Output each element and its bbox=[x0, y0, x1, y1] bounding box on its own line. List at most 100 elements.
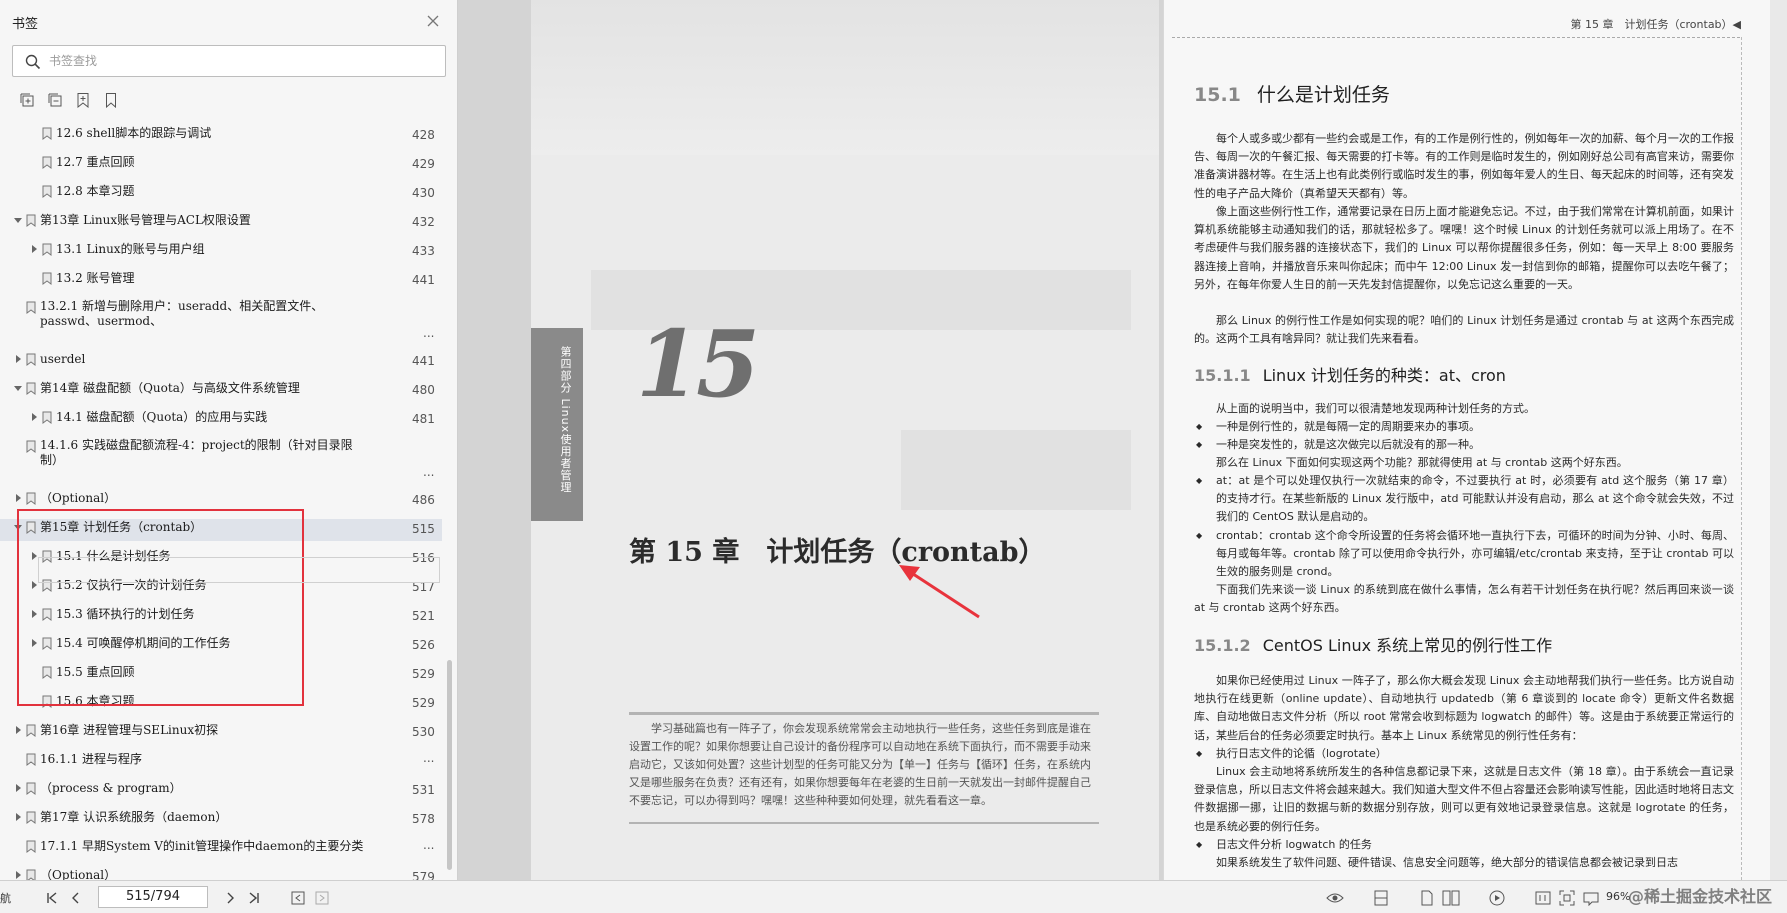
forward-view-icon[interactable] bbox=[314, 890, 330, 906]
bookmark-label: 14.1.6 实践磁盘配额流程-4：project的限制（针对目录限制） bbox=[40, 438, 353, 467]
bookmark-item[interactable]: （Optional） 579 bbox=[0, 867, 442, 880]
actual-size-icon[interactable] bbox=[1534, 889, 1552, 907]
bookmark-item[interactable]: 13.1 Linux的账号与用户组 433 bbox=[0, 241, 442, 263]
bookmark-page-number: 480 bbox=[412, 383, 435, 397]
bookmark-icon bbox=[42, 156, 52, 169]
bookmark-icon bbox=[26, 492, 36, 505]
play-icon[interactable] bbox=[1488, 889, 1506, 907]
prev-page-icon[interactable] bbox=[68, 890, 84, 906]
bookmark-page-number: ... bbox=[423, 838, 435, 852]
bookmark-item[interactable]: 第15章 计划任务（crontab） 515 bbox=[0, 519, 442, 541]
collapsed-arrow-icon[interactable] bbox=[30, 412, 38, 422]
bookmark-icon bbox=[26, 811, 36, 824]
annotation-arrow bbox=[899, 565, 980, 619]
bookmark-item[interactable]: 15.1 什么是计划任务 516 bbox=[0, 548, 442, 570]
first-page-icon[interactable] bbox=[44, 890, 60, 906]
expanded-arrow-icon[interactable] bbox=[14, 215, 22, 225]
bookmark-item[interactable]: 15.6 本章习题 529 bbox=[0, 693, 442, 715]
collapsed-arrow-icon[interactable] bbox=[14, 870, 22, 880]
panel-title: 书签 bbox=[12, 17, 39, 32]
last-page-icon[interactable] bbox=[246, 890, 262, 906]
bookmark-item[interactable]: 14.1.6 实践磁盘配额流程-4：project的限制（针对目录限制）... bbox=[0, 438, 442, 482]
eye-icon[interactable] bbox=[1326, 889, 1344, 907]
collapsed-arrow-icon[interactable] bbox=[14, 783, 22, 793]
next-page-icon[interactable] bbox=[222, 890, 238, 906]
bookmark-item[interactable]: 14.1 磁盘配额（Quota）的应用与实践 481 bbox=[0, 409, 442, 431]
search-icon bbox=[25, 54, 41, 70]
bookmark-label: 15.3 循环执行的计划任务 bbox=[56, 607, 195, 621]
bookmark-label: 13.2 账号管理 bbox=[56, 271, 135, 285]
bookmark-label: 16.1.1 进程与程序 bbox=[40, 752, 142, 766]
collapsed-arrow-icon[interactable] bbox=[30, 244, 38, 254]
expand-all-icon[interactable] bbox=[18, 91, 36, 109]
bookmark-label: 12.6 shell脚本的跟踪与调试 bbox=[56, 126, 212, 140]
bookmark-item[interactable]: 15.5 重点回顾 529 bbox=[0, 664, 442, 686]
single-page-icon[interactable] bbox=[1418, 889, 1436, 907]
fit-page-icon[interactable] bbox=[1558, 889, 1576, 907]
bookmark-label: 14.1 磁盘配额（Quota）的应用与实践 bbox=[56, 410, 268, 424]
bookmark-item[interactable]: 13.2 账号管理 441 bbox=[0, 270, 442, 292]
bookmark-item[interactable]: 15.3 循环执行的计划任务 521 bbox=[0, 606, 442, 628]
zoom-fit-width-icon[interactable] bbox=[1582, 889, 1600, 907]
bookmark-item[interactable]: （process & program） 531 bbox=[0, 780, 442, 802]
bookmark-icon bbox=[42, 666, 52, 679]
bookmark-icon bbox=[26, 382, 36, 395]
bookmark-item[interactable]: 12.7 重点回顾 429 bbox=[0, 154, 442, 176]
collapsed-arrow-icon[interactable] bbox=[30, 609, 38, 619]
close-icon[interactable] bbox=[424, 12, 442, 30]
collapsed-arrow-icon[interactable] bbox=[14, 493, 22, 503]
bookmark-item[interactable]: 12.6 shell脚本的跟踪与调试 428 bbox=[0, 125, 442, 147]
bookmark-item[interactable]: 第17章 认识系统服务（daemon） 578 bbox=[0, 809, 442, 831]
bookmark-item[interactable]: 13.2.1 新增与删除用户：useradd、相关配置文件、passwd、use… bbox=[0, 299, 442, 343]
collapse-all-icon[interactable] bbox=[46, 91, 64, 109]
expanded-arrow-icon[interactable] bbox=[14, 522, 22, 532]
two-page-icon[interactable] bbox=[1442, 889, 1460, 907]
bookmark-item[interactable]: 15.4 可唤醒停机期间的工作任务 526 bbox=[0, 635, 442, 657]
bookmark-icon[interactable] bbox=[102, 91, 120, 109]
bookmark-page-number: 516 bbox=[412, 551, 435, 565]
document-viewer[interactable]: 第四部分 Linux使用者管理 15 第 15 章 计划任务（crontab） … bbox=[458, 0, 1787, 880]
collapsed-arrow-icon[interactable] bbox=[14, 354, 22, 364]
bookmark-item[interactable]: 第13章 Linux账号管理与ACL权限设置 432 bbox=[0, 212, 442, 234]
bookmark-page-number: 529 bbox=[412, 696, 435, 710]
pdf-reader-window: 书签 12.6 shell脚本的跟踪与调试 428 12.7 重点回顾 429 12.8… bbox=[0, 0, 1787, 913]
zoom-level[interactable]: 96% bbox=[1606, 890, 1630, 903]
bookmark-item[interactable]: 12.8 本章习题 430 bbox=[0, 183, 442, 205]
bookmark-search-input[interactable] bbox=[49, 51, 429, 71]
bookmark-label: userdel bbox=[40, 352, 86, 366]
back-view-icon[interactable] bbox=[290, 890, 306, 906]
expanded-arrow-icon[interactable] bbox=[14, 383, 22, 393]
collapsed-arrow-icon[interactable] bbox=[14, 812, 22, 822]
bookmark-item[interactable]: 第14章 磁盘配额（Quota）与高级文件系统管理 480 bbox=[0, 380, 442, 402]
bookmark-item[interactable]: userdel 441 bbox=[0, 351, 442, 373]
collapsed-arrow-icon[interactable] bbox=[30, 580, 38, 590]
bookmark-page-number: 441 bbox=[412, 273, 435, 287]
sidebar-scrollbar-thumb[interactable] bbox=[447, 660, 452, 870]
bookmark-icon bbox=[42, 695, 52, 708]
bookmark-item[interactable]: 16.1.1 进程与程序... bbox=[0, 751, 442, 773]
continuous-scroll-icon[interactable] bbox=[1372, 889, 1390, 907]
bookmark-search-box[interactable] bbox=[12, 45, 446, 77]
page-number-input[interactable]: 515/794 bbox=[98, 886, 208, 908]
bookmark-label: 15.1 什么是计划任务 bbox=[56, 549, 171, 563]
bookmark-icon bbox=[42, 272, 52, 285]
collapsed-arrow-icon[interactable] bbox=[14, 725, 22, 735]
bookmark-item[interactable]: 17.1.1 早期System V的init管理操作中daemon的主要分类..… bbox=[0, 838, 442, 860]
bookmark-icon bbox=[26, 353, 36, 366]
bookmark-item[interactable]: （Optional） 486 bbox=[0, 490, 442, 512]
bookmark-label: 第17章 认识系统服务（daemon） bbox=[40, 810, 228, 824]
bookmark-label: 第13章 Linux账号管理与ACL权限设置 bbox=[40, 213, 251, 227]
collapsed-arrow-icon[interactable] bbox=[30, 551, 38, 561]
bookmark-item[interactable]: 15.2 仅执行一次的计划任务 517 bbox=[0, 577, 442, 599]
bookmark-icon bbox=[42, 608, 52, 621]
bookmark-label: 第14章 磁盘配额（Quota）与高级文件系统管理 bbox=[40, 381, 300, 395]
collapsed-arrow-icon[interactable] bbox=[30, 638, 38, 648]
watermark: @稀土掘金技术社区 bbox=[1628, 887, 1773, 906]
bookmark-page-number: 531 bbox=[412, 783, 435, 797]
bookmark-label: 13.2.1 新增与删除用户：useradd、相关配置文件、passwd、use… bbox=[40, 299, 324, 328]
add-bookmark-icon[interactable] bbox=[74, 91, 92, 109]
bookmark-icon bbox=[26, 440, 36, 453]
bookmark-item[interactable]: 第16章 进程管理与SELinux初探 530 bbox=[0, 722, 442, 744]
bookmark-page-number: ... bbox=[423, 326, 435, 340]
bookmark-toolbar bbox=[18, 91, 120, 109]
